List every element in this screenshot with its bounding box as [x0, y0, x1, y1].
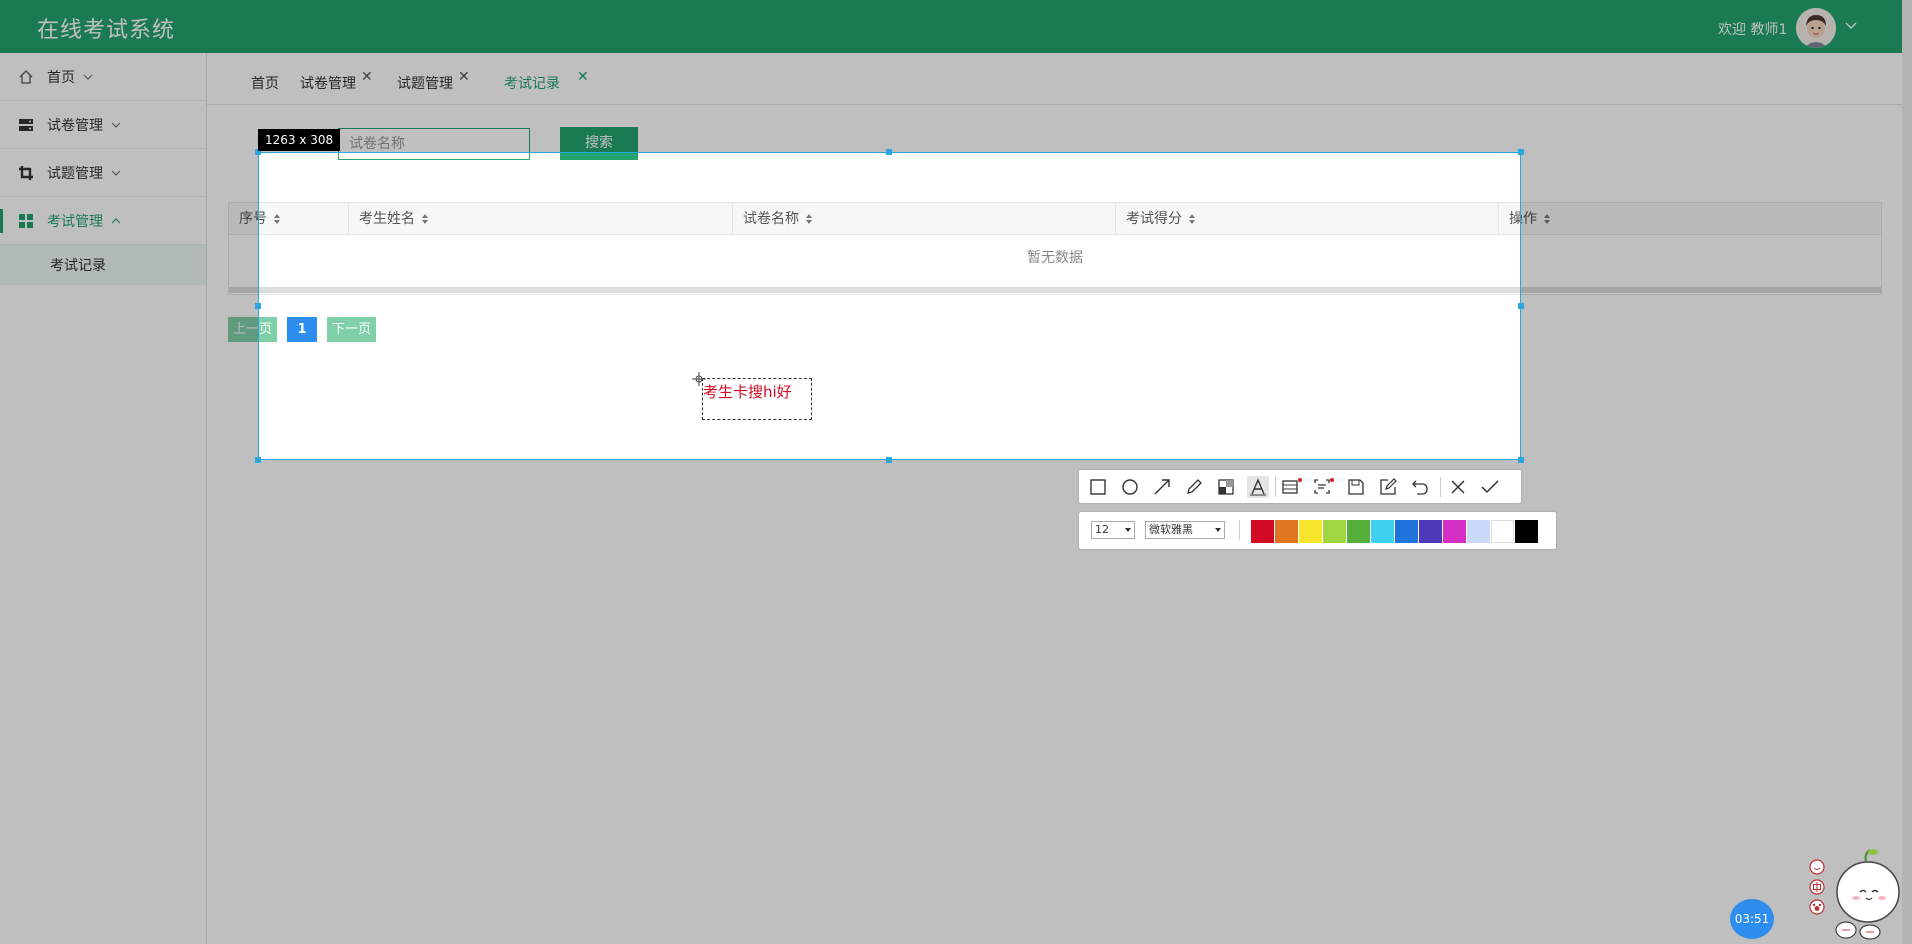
screenshot-dim-overlay	[0, 460, 1912, 944]
color-swatch[interactable]	[1299, 520, 1322, 543]
resize-handle[interactable]	[1518, 303, 1524, 309]
confirm-icon[interactable]	[1479, 476, 1501, 498]
color-swatch[interactable]	[1443, 520, 1466, 543]
color-swatch[interactable]	[1251, 520, 1274, 543]
clock-widget[interactable]: 03:51	[1730, 899, 1774, 939]
screenshot-dim-overlay	[0, 152, 258, 460]
save-icon[interactable]	[1345, 476, 1367, 498]
edit-icon[interactable]	[1377, 476, 1399, 498]
undo-icon[interactable]	[1409, 476, 1431, 498]
text-settings-panel: 12 微软雅黑	[1079, 512, 1556, 549]
toolbar-divider	[1239, 520, 1240, 540]
resize-handle[interactable]	[255, 457, 261, 463]
crosshair-cursor-icon	[692, 372, 706, 386]
annotation-text-box[interactable]: 考生卡搜hi好	[702, 378, 812, 420]
font-size-select[interactable]: 12	[1091, 521, 1135, 539]
selection-dimensions-label: 1263 x 308	[258, 129, 341, 151]
color-swatch[interactable]	[1395, 520, 1418, 543]
annotation-text: 考生卡搜hi好	[703, 383, 792, 401]
toolbar-divider	[1275, 477, 1276, 497]
mosaic-tool-icon[interactable]	[1215, 476, 1237, 498]
color-swatch[interactable]	[1347, 520, 1370, 543]
resize-handle[interactable]	[886, 149, 892, 155]
toolbar-divider	[1440, 477, 1441, 497]
ocr-tool-icon[interactable]	[1313, 476, 1335, 498]
smile-icon[interactable]	[1809, 859, 1825, 875]
text-tool-icon[interactable]	[1247, 476, 1269, 498]
arrow-tool-icon[interactable]	[1151, 476, 1173, 498]
pin-tool-icon[interactable]	[1281, 476, 1303, 498]
pencil-tool-icon[interactable]	[1183, 476, 1205, 498]
dropdown-arrow-icon	[1215, 528, 1221, 532]
resize-handle[interactable]	[886, 457, 892, 463]
screenshot-selection-area[interactable]	[255, 149, 1524, 463]
color-swatch[interactable]	[1371, 520, 1394, 543]
color-swatch[interactable]	[1491, 520, 1514, 543]
resize-handle[interactable]	[1518, 149, 1524, 155]
dropdown-arrow-icon	[1125, 528, 1131, 532]
color-swatch[interactable]	[1275, 520, 1298, 543]
paw-icon[interactable]	[1809, 899, 1825, 915]
color-swatch[interactable]	[1323, 520, 1346, 543]
rectangle-tool-icon[interactable]	[1087, 476, 1109, 498]
resize-handle[interactable]	[255, 303, 261, 309]
color-swatch[interactable]	[1419, 520, 1442, 543]
ellipse-tool-icon[interactable]	[1119, 476, 1141, 498]
color-swatch[interactable]	[1467, 520, 1490, 543]
chinese-char-icon[interactable]	[1809, 879, 1825, 895]
font-family-select[interactable]: 微软雅黑	[1145, 521, 1225, 539]
color-swatch[interactable]	[1515, 520, 1538, 543]
screenshot-toolbar	[1079, 470, 1521, 503]
mascot-character[interactable]	[1830, 846, 1900, 940]
screenshot-dim-overlay	[1521, 152, 1912, 460]
resize-handle[interactable]	[1518, 457, 1524, 463]
cancel-icon[interactable]	[1447, 476, 1469, 498]
